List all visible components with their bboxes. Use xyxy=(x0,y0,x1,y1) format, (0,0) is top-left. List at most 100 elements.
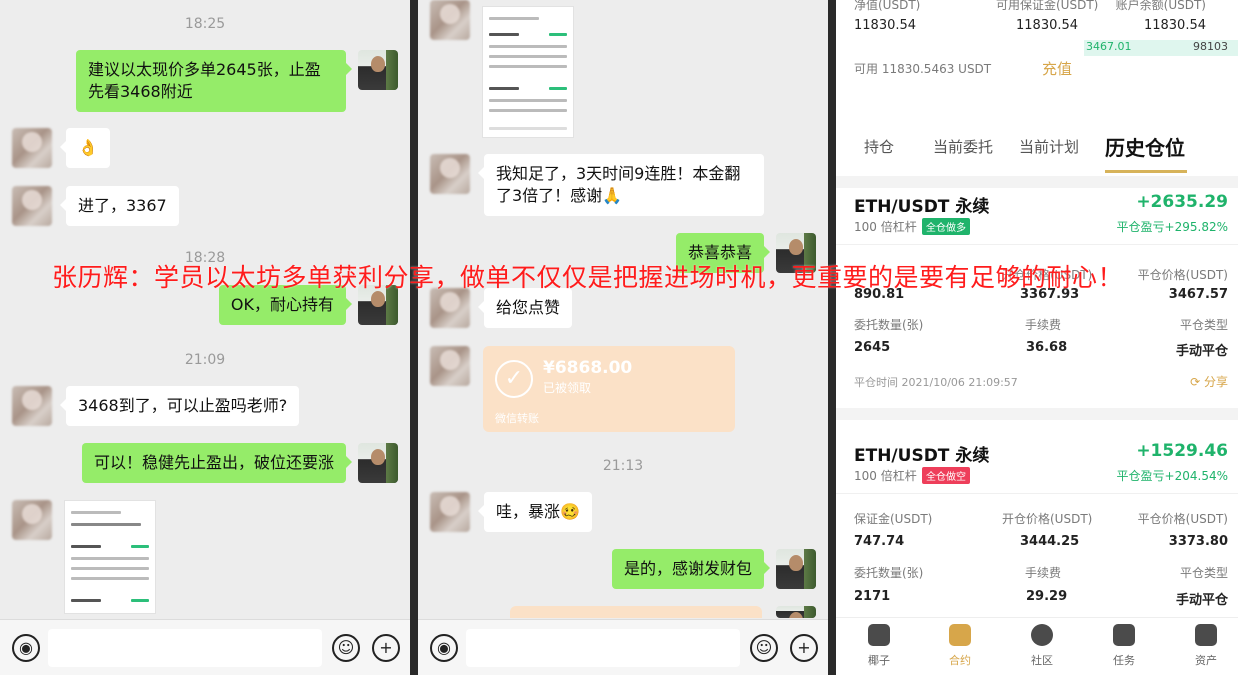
field-label: 委托数量(张) xyxy=(854,318,924,332)
available-margin: 11830.54 xyxy=(1016,18,1079,33)
direction-badge: 全仓做空 xyxy=(922,467,970,484)
chat-window-2: 我知足了，3天时间9连胜！本金翻了3倍了！感谢🙏 恭喜恭喜 给您点赞 21:13… xyxy=(418,0,828,675)
position-symbol: ETH/USDT 永续 xyxy=(854,197,990,217)
plus-icon[interactable]: + xyxy=(790,634,818,662)
close-time: 平仓时间 2021/10/06 21:09:57 xyxy=(854,376,1018,389)
message-bubble-contact[interactable]: 我知足了，3天时间9连胜！本金翻了3倍了！感谢🙏 xyxy=(478,154,764,216)
tasks-icon xyxy=(1113,624,1135,646)
account-balance: 11830.54 xyxy=(1143,18,1206,33)
transfer-amount: ¥6868.00 xyxy=(543,358,633,378)
transfer-source: 微信转账 xyxy=(495,412,539,425)
chat-input-bar: ◉ ☺ + xyxy=(418,619,828,675)
recharge-link[interactable]: 充值 xyxy=(1042,58,1072,79)
header-label: 净值(USDT) xyxy=(854,0,921,12)
avatar-self[interactable] xyxy=(358,50,398,90)
community-icon xyxy=(1031,624,1053,646)
check-icon: ✓ xyxy=(495,360,533,398)
tab-positions[interactable]: 持仓 xyxy=(864,136,894,157)
fee-value: 29.29 xyxy=(1026,589,1068,604)
nav-contract[interactable]: 合约 xyxy=(930,624,990,668)
transfer-card-partial xyxy=(510,606,762,618)
margin-value: 747.74 xyxy=(854,534,905,549)
nav-assets[interactable]: 资产 xyxy=(1176,624,1236,668)
message-bubble-self[interactable]: 是的，感谢发财包 xyxy=(611,549,771,589)
voice-icon[interactable]: ◉ xyxy=(430,634,458,662)
net-value: 11830.54 xyxy=(854,18,917,33)
position-pnl-percent: 平仓盈亏+295.82% xyxy=(1116,220,1228,234)
emoji-icon[interactable]: ☺ xyxy=(750,634,778,662)
timestamp: 18:25 xyxy=(184,16,226,32)
header-label: 可用保证金(USDT) xyxy=(996,0,1099,12)
transfer-status: 已被领取 xyxy=(543,381,592,395)
close-price: 3373.80 xyxy=(1168,534,1228,549)
avatar-contact[interactable] xyxy=(430,0,470,40)
avatar-contact[interactable] xyxy=(12,386,52,426)
bottom-nav: 椰子 合约 社区 任务 资产 xyxy=(836,617,1238,675)
trade-history-panel: 净值(USDT) 可用保证金(USDT) 账户余额(USDT) 11830.54… xyxy=(836,0,1238,675)
plus-icon[interactable]: + xyxy=(372,634,400,662)
chart-peek: 3467.01 98103 xyxy=(1084,40,1238,56)
available-balance: 可用 11830.5463 USDT xyxy=(854,62,992,76)
position-pnl-percent: 平仓盈亏+204.54% xyxy=(1116,469,1228,483)
message-bubble-self[interactable]: 建议以太现价多单2645张，止盈先看3468附近 xyxy=(76,50,352,112)
share-icon: ⟳ xyxy=(1190,375,1201,389)
chat-window-1: 18:25 建议以太现价多单2645张，止盈先看3468附近 👌 进了，3367… xyxy=(0,0,410,675)
message-input[interactable] xyxy=(48,629,322,667)
field-label: 平仓类型 xyxy=(1179,318,1228,332)
avatar-contact[interactable] xyxy=(12,128,52,168)
quantity-value: 2645 xyxy=(854,340,891,355)
voice-icon[interactable]: ◉ xyxy=(12,634,40,662)
avatar-self[interactable] xyxy=(776,549,816,589)
message-bubble-self[interactable]: 可以！稳健先止盈出，破位还要涨 xyxy=(81,443,353,483)
quantity-value: 2171 xyxy=(854,589,891,604)
tab-position-history[interactable]: 历史仓位 xyxy=(1105,132,1185,161)
message-bubble-contact[interactable]: 进了，3367 xyxy=(60,186,179,226)
timestamp: 21:13 xyxy=(602,458,644,474)
message-input[interactable] xyxy=(466,629,740,667)
direction-badge: 全仓做多 xyxy=(922,218,970,235)
field-label: 开仓价格(USDT) xyxy=(1002,512,1093,526)
active-tab-indicator xyxy=(1105,170,1187,173)
field-label: 保证金(USDT) xyxy=(854,512,933,526)
position-symbol: ETH/USDT 永续 xyxy=(854,446,990,466)
header-label: 账户余额(USDT) xyxy=(1115,0,1206,12)
message-bubble-contact[interactable]: 👌 xyxy=(60,128,110,168)
fee-value: 36.68 xyxy=(1026,340,1068,355)
avatar-contact[interactable] xyxy=(430,154,470,194)
nav-community[interactable]: 社区 xyxy=(1012,624,1072,668)
avatar-contact[interactable] xyxy=(12,500,52,540)
position-pnl: +2635.29 xyxy=(1136,192,1228,212)
avatar-contact[interactable] xyxy=(430,492,470,532)
message-bubble-contact[interactable]: 哇，暴涨🥴 xyxy=(478,492,592,532)
open-price: 3444.25 xyxy=(1020,534,1080,549)
close-type: 手动平仓 xyxy=(1175,593,1228,608)
contract-icon xyxy=(949,624,971,646)
screenshot-thumbnail[interactable] xyxy=(64,500,156,614)
tab-plan-orders[interactable]: 当前计划 xyxy=(1019,136,1079,157)
nav-tasks[interactable]: 任务 xyxy=(1094,624,1154,668)
home-icon xyxy=(868,624,890,646)
screenshot-thumbnail[interactable] xyxy=(482,6,574,138)
tab-open-orders[interactable]: 当前委托 xyxy=(933,136,993,157)
wallet-icon xyxy=(1195,624,1217,646)
timestamp: 21:09 xyxy=(184,352,226,368)
emoji-icon[interactable]: ☺ xyxy=(332,634,360,662)
share-button[interactable]: ⟳ 分享 xyxy=(1190,373,1228,390)
transfer-card[interactable]: ✓ ¥6868.00 已被领取 微信转账 xyxy=(483,346,735,432)
overlay-caption: 张历辉：学员以太坊多单获利分享，做单不仅仅是把握进场时机，更重要的是要有足够的耐… xyxy=(52,263,1124,292)
avatar-self xyxy=(776,606,816,618)
position-pnl: +1529.46 xyxy=(1136,441,1228,461)
leverage-label: 100 倍杠杆 xyxy=(854,469,917,483)
message-bubble-contact[interactable]: 给您点赞 xyxy=(477,288,573,328)
field-label: 委托数量(张) xyxy=(854,566,924,580)
avatar-self[interactable] xyxy=(358,443,398,483)
nav-home[interactable]: 椰子 xyxy=(849,624,909,668)
field-label: 手续费 xyxy=(1025,318,1062,332)
avatar-contact[interactable] xyxy=(12,186,52,226)
avatar-contact[interactable] xyxy=(430,288,470,328)
leverage-label: 100 倍杠杆 xyxy=(854,220,917,234)
avatar-contact[interactable] xyxy=(430,346,470,386)
close-type: 手动平仓 xyxy=(1175,344,1228,359)
chat-input-bar: ◉ ☺ + xyxy=(0,619,410,675)
message-bubble-contact[interactable]: 3468到了，可以止盈吗老师? xyxy=(59,386,300,426)
